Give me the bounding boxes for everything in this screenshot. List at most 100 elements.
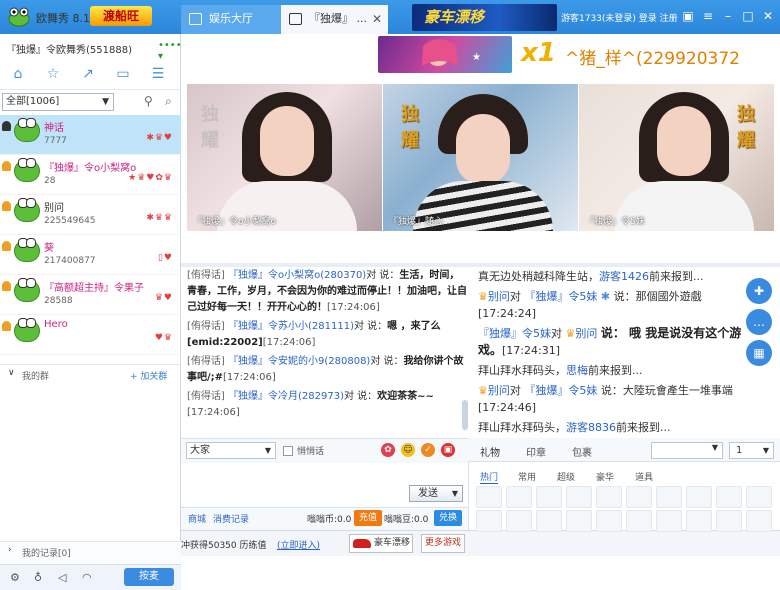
- user-filter-select[interactable]: 全部[1006] ▼: [2, 93, 114, 111]
- gift-slot[interactable]: [476, 486, 502, 508]
- exchange-button[interactable]: 兑换: [434, 510, 462, 526]
- gift-slot[interactable]: [536, 510, 562, 532]
- tab-gifts[interactable]: 礼物: [480, 444, 500, 459]
- recharge-button[interactable]: 充值: [354, 510, 382, 526]
- settings-icon[interactable]: ⚙: [10, 572, 22, 584]
- visitor-name[interactable]: 游客1426: [599, 270, 649, 283]
- user-status[interactable]: 游客1733(未登录) 登录 注册: [561, 11, 678, 24]
- gift-slot[interactable]: [476, 510, 502, 532]
- location-icon[interactable]: ⚲: [144, 94, 153, 108]
- tab-stamps[interactable]: 印章: [526, 444, 546, 459]
- gift-category-common[interactable]: 常用: [518, 470, 536, 483]
- gift-slot[interactable]: [596, 510, 622, 532]
- add-group-link[interactable]: + 加关群: [130, 369, 167, 382]
- list-item[interactable]: 别问 225549645 ✱♛♛: [0, 195, 181, 235]
- sender-name[interactable]: 『独爆』令安妮的小9(280808): [228, 356, 370, 367]
- sender-name[interactable]: 别问: [488, 290, 510, 303]
- close-window-icon[interactable]: ✕: [760, 8, 776, 24]
- tab-entertainment-hall[interactable]: 娱乐大厅: [181, 5, 281, 34]
- video-feed-2[interactable]: 独耀 『独爆』随心: [383, 84, 578, 231]
- private-checkbox[interactable]: [283, 446, 293, 456]
- sender-name[interactable]: 『独爆』令冷月(282973): [228, 391, 344, 402]
- receiver-name[interactable]: 『独爆』令5妹: [524, 384, 597, 397]
- visitor-name[interactable]: 游客8836: [566, 421, 616, 434]
- list-item[interactable]: 『高额超主持』令果子 28588 ♛♥: [0, 275, 181, 315]
- gamepad-icon[interactable]: ✚: [746, 278, 772, 304]
- list-item[interactable]: 神话 7777 ✱♛♥: [0, 115, 181, 155]
- app-badge[interactable]: 渡船旺: [90, 6, 152, 26]
- gift-category-super[interactable]: 超级: [557, 470, 575, 483]
- gift-slot[interactable]: [596, 486, 622, 508]
- gift-recipient-select[interactable]: ▼: [651, 442, 723, 459]
- racing-ad-banner[interactable]: 豪车漂移: [412, 4, 557, 31]
- chat-target-select[interactable]: 大家 ▼: [186, 442, 276, 459]
- gift-icon[interactable]: ▣: [441, 443, 455, 457]
- gift-slot[interactable]: [746, 486, 772, 508]
- minimize-icon[interactable]: –: [720, 8, 736, 24]
- group-label: 我的群: [22, 372, 50, 382]
- gift-slot[interactable]: [746, 510, 772, 532]
- frog-logo-icon: [8, 7, 30, 27]
- maximize-icon[interactable]: □: [740, 8, 756, 24]
- gift-slot[interactable]: [626, 486, 652, 508]
- star-icon[interactable]: ☆: [45, 66, 61, 82]
- speaker-icon[interactable]: ◁: [58, 572, 70, 584]
- share-icon[interactable]: ↗: [80, 66, 96, 82]
- receiver-name[interactable]: 『独爆』令5妹: [524, 290, 597, 303]
- smiley-icon[interactable]: ☺: [401, 443, 415, 457]
- gift-category-props[interactable]: 道具: [635, 470, 653, 483]
- sender-name[interactable]: 『独爆』令苏小小(281111): [228, 321, 354, 332]
- sender-name[interactable]: 『独爆』令o小梨窝o(280370): [228, 270, 366, 281]
- mall-link[interactable]: 商城: [188, 512, 206, 525]
- gift-slot[interactable]: [716, 510, 742, 532]
- gift-quantity-select[interactable]: 1 ▼: [729, 442, 774, 459]
- search-icon[interactable]: ⌕: [165, 94, 172, 109]
- records-link[interactable]: 消费记录: [213, 512, 249, 525]
- video-feed-1[interactable]: 独耀 『独爆』令o小梨窝o: [187, 84, 382, 231]
- headset-icon[interactable]: ◠: [82, 572, 94, 584]
- skin-icon[interactable]: ▣: [680, 8, 696, 24]
- scrollbar[interactable]: [462, 400, 468, 430]
- race-game-button[interactable]: 豪车漂移: [349, 534, 413, 553]
- message-icon[interactable]: ▭: [115, 66, 131, 82]
- tab-room[interactable]: 『独爆』 ... ✕: [281, 5, 388, 34]
- gift-slot[interactable]: [566, 486, 592, 508]
- thumbs-up-icon[interactable]: ✓: [421, 443, 435, 457]
- list-item[interactable]: Hero ♥♛: [0, 315, 181, 355]
- gift-slot[interactable]: [566, 510, 592, 532]
- chat-bubble-icon[interactable]: …: [746, 309, 772, 335]
- list-icon[interactable]: ☰: [150, 66, 166, 82]
- gift-box-icon[interactable]: ▦: [746, 340, 772, 366]
- flower-icon[interactable]: ✿: [381, 443, 395, 457]
- gift-slot[interactable]: [506, 486, 532, 508]
- tab-package[interactable]: 包裹: [572, 444, 592, 459]
- gift-slot[interactable]: [506, 510, 532, 532]
- close-icon[interactable]: ✕: [372, 5, 382, 33]
- sender-name[interactable]: 『独爆』令5妹: [478, 327, 551, 340]
- chat-message: ♛别问对 『独爆』令5妹 ✱ 说：那個國外遊戲 [17:24:24]: [478, 288, 744, 322]
- gift-category-luxury[interactable]: 豪华: [596, 470, 614, 483]
- gift-category-hot[interactable]: 热门: [480, 470, 499, 484]
- microphone-icon[interactable]: ♁: [34, 572, 46, 584]
- gift-slot[interactable]: [626, 510, 652, 532]
- list-item[interactable]: 『独爆』令o小梨窝o 28 ★♛♥✿♛: [0, 155, 181, 195]
- send-button[interactable]: 发送 ▼: [409, 485, 463, 502]
- receiver-name[interactable]: 别问: [575, 327, 597, 340]
- visitor-name[interactable]: 思梅: [566, 364, 588, 377]
- person-icon: [2, 321, 11, 331]
- sender-name[interactable]: 别问: [488, 384, 510, 397]
- gift-slot[interactable]: [656, 510, 682, 532]
- gift-slot[interactable]: [656, 486, 682, 508]
- more-games-button[interactable]: 更多游戏: [421, 534, 465, 553]
- gift-slot[interactable]: [686, 510, 712, 532]
- gift-slot[interactable]: [716, 486, 742, 508]
- list-item[interactable]: 葵 217400877 ▯♥: [0, 235, 181, 275]
- gift-slot[interactable]: [536, 486, 562, 508]
- tab-label: 『独爆』 ...: [309, 12, 367, 25]
- talk-button[interactable]: 按麦: [124, 568, 174, 586]
- menu-icon[interactable]: ≡: [700, 8, 716, 24]
- promo-link[interactable]: (立即进入): [277, 538, 320, 551]
- gift-slot[interactable]: [686, 486, 712, 508]
- video-feed-3[interactable]: 独耀 『独爆』令5妹: [579, 84, 774, 231]
- home-icon[interactable]: ⌂: [10, 66, 26, 82]
